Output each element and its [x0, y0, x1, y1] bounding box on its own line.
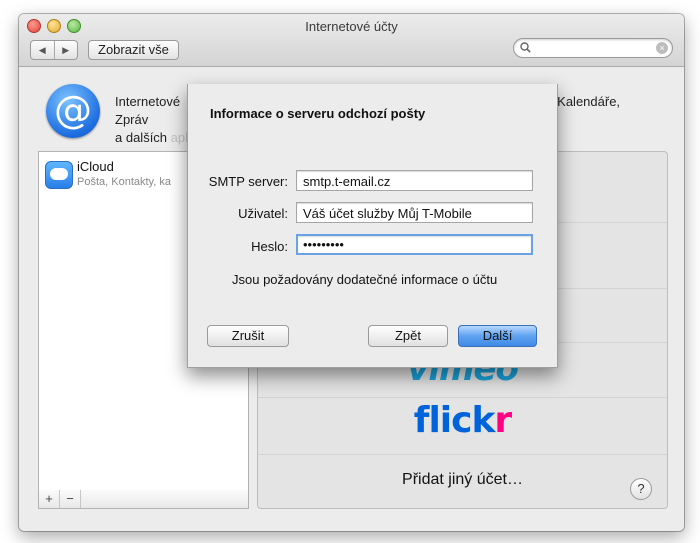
title-bar: Internetové účty ◀ ▶ Zobrazit vše ×	[19, 14, 684, 67]
clear-search-icon[interactable]: ×	[656, 42, 668, 54]
back-forward-control: ◀ ▶	[30, 40, 78, 60]
username-label: Uživatel:	[238, 206, 288, 221]
help-button[interactable]: ?	[630, 478, 652, 500]
internet-accounts-at-icon: @	[46, 84, 100, 138]
password-field[interactable]: •••••••••	[296, 234, 533, 255]
next-button[interactable]: Další	[458, 325, 537, 347]
cancel-button[interactable]: Zrušit	[207, 325, 289, 347]
smtp-server-field[interactable]: smtp.t-email.cz	[296, 170, 533, 191]
icloud-icon	[45, 161, 73, 189]
outgoing-server-sheet: Informace o serveru odchozí pošty SMTP s…	[187, 84, 558, 368]
add-account-button[interactable]: +	[39, 490, 60, 508]
additional-info-note: Jsou požadovány dodatečné informace o úč…	[232, 272, 498, 287]
accounts-list-footer: + −	[38, 490, 249, 509]
sheet-title: Informace o serveru odchozí pošty	[210, 106, 426, 121]
flickr-logo-text: flick	[413, 400, 496, 441]
intro-text-line2: a dalších	[115, 130, 168, 145]
username-field[interactable]: Váš účet služby Můj T-Mobile	[296, 202, 533, 223]
flickr-logo-text-r: r	[494, 400, 512, 441]
add-other-account-link[interactable]: Přidat jiný účet…	[258, 471, 667, 489]
show-all-button[interactable]: Zobrazit vše	[88, 40, 179, 60]
window-title: Internetové účty	[305, 19, 398, 34]
account-services: Pošta, Kontakty, ka	[77, 176, 171, 188]
back-button[interactable]: Zpět	[368, 325, 448, 347]
password-label: Heslo:	[251, 239, 288, 254]
search-icon	[520, 42, 531, 53]
search-field[interactable]: ×	[513, 38, 673, 58]
intro-text-start: Internetové	[115, 94, 181, 109]
forward-icon[interactable]: ▶	[55, 41, 78, 59]
provider-flickr[interactable]: flickr	[258, 400, 667, 441]
back-icon[interactable]: ◀	[31, 41, 55, 59]
smtp-server-label: SMTP server:	[208, 174, 288, 189]
internet-accounts-window: Internetové účty ◀ ▶ Zobrazit vše × @ In…	[19, 14, 684, 531]
remove-account-button[interactable]: −	[60, 490, 81, 508]
account-name: iCloud	[77, 159, 114, 174]
